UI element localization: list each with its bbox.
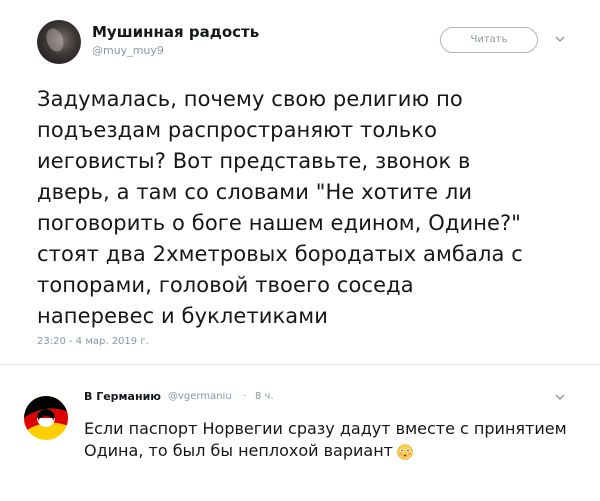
flushed-face-emoji-icon bbox=[397, 444, 413, 460]
user-avatar[interactable] bbox=[37, 20, 81, 64]
chevron-down-icon[interactable] bbox=[555, 392, 565, 402]
reply-author-handle[interactable]: @vgermaniu bbox=[168, 391, 232, 402]
author-display-name[interactable]: Мушинная радость bbox=[92, 23, 259, 41]
reply-author-display-name[interactable]: В Германию bbox=[84, 390, 161, 403]
author-handle[interactable]: @muy_muy9 bbox=[92, 44, 164, 57]
chevron-down-icon[interactable] bbox=[555, 34, 565, 44]
reply-tweet: В Германию @vgermaniu · 8 ч. Если паспор… bbox=[0, 376, 600, 501]
divider bbox=[0, 364, 600, 365]
germany-flag-avatar-icon[interactable] bbox=[24, 396, 68, 440]
tweet-text: Задумалась, почему свою религию по подъе… bbox=[37, 87, 523, 328]
separator-dot: · bbox=[243, 391, 247, 402]
tweet-timestamp[interactable]: 23:20 - 4 мар. 2019 г. bbox=[37, 336, 149, 347]
reply-timestamp[interactable]: 8 ч. bbox=[255, 391, 274, 402]
avatar-photo bbox=[43, 25, 67, 55]
reply-text: Если паспорт Норвегии сразу дадут вместе… bbox=[84, 419, 567, 460]
main-tweet: Мушинная радость @muy_muy9 Читать Задума… bbox=[0, 0, 600, 376]
follow-button[interactable]: Читать bbox=[440, 27, 538, 53]
